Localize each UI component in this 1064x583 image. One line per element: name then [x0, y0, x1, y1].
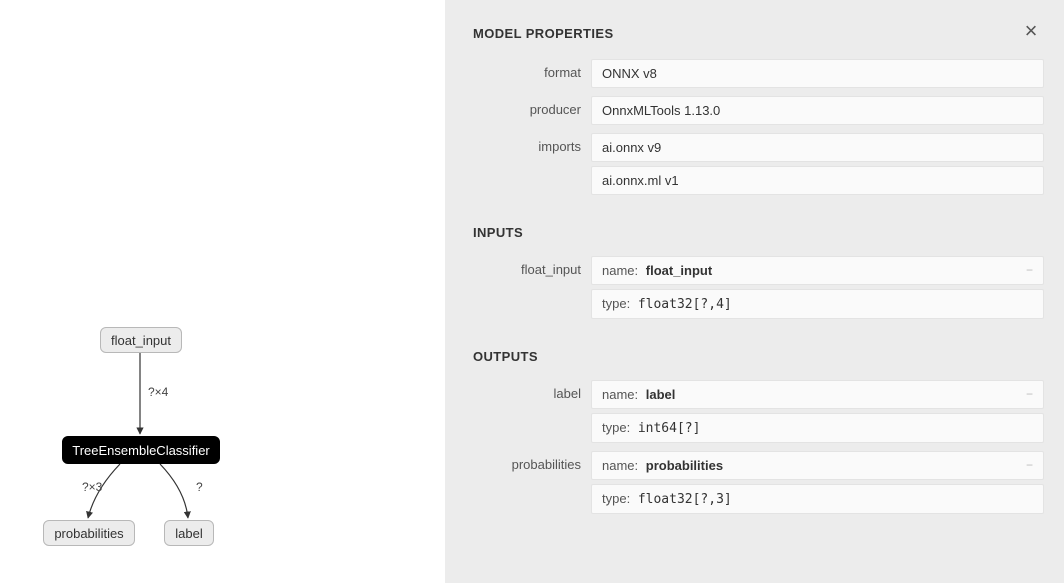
- expand-icon[interactable]: −: [1026, 387, 1033, 401]
- output-name-val-1: probabilities: [646, 458, 723, 473]
- output-name-val-0: label: [646, 387, 676, 402]
- graph-edges: [0, 0, 445, 583]
- prop-value-imports-0: ai.onnx v9: [591, 133, 1044, 162]
- output-name-key-1: name:: [602, 458, 638, 473]
- output-type-val-1: float32[?,3]: [638, 492, 732, 507]
- prop-value-imports-1: ai.onnx.ml v1: [591, 166, 1044, 195]
- output-type-0: type: int64[?]: [591, 413, 1044, 443]
- prop-value-format: ONNX v8: [591, 59, 1044, 88]
- output-label-0: label: [473, 380, 591, 401]
- graph-edge-label-label: ?: [196, 480, 203, 494]
- graph-output-label[interactable]: label: [164, 520, 214, 546]
- prop-label-format: format: [473, 59, 591, 80]
- panel-title: MODEL PROPERTIES: [473, 26, 1044, 41]
- input-label-0: float_input: [473, 256, 591, 277]
- input-name-0: name: float_input −: [591, 256, 1044, 285]
- input-type-key-0: type:: [602, 296, 630, 311]
- output-name-key-0: name:: [602, 387, 638, 402]
- output-type-1: type: float32[?,3]: [591, 484, 1044, 514]
- input-name-key-0: name:: [602, 263, 638, 278]
- properties-panel: × MODEL PROPERTIES format ONNX v8 produc…: [445, 0, 1064, 583]
- prop-value-producer: OnnxMLTools 1.13.0: [591, 96, 1044, 125]
- output-label-1: probabilities: [473, 451, 591, 472]
- output-name-1: name: probabilities −: [591, 451, 1044, 480]
- graph-canvas[interactable]: float_input ?×4 TreeEnsembleClassifier ?…: [0, 0, 445, 583]
- graph-input-node[interactable]: float_input: [100, 327, 182, 353]
- input-type-val-0: float32[?,4]: [638, 297, 732, 312]
- output-name-0: name: label −: [591, 380, 1044, 409]
- inputs-section-title: INPUTS: [473, 225, 1044, 240]
- output-type-val-0: int64[?]: [638, 421, 701, 436]
- input-name-val-0: float_input: [646, 263, 712, 278]
- graph-edge-label-input: ?×4: [148, 385, 168, 399]
- outputs-section-title: OUTPUTS: [473, 349, 1044, 364]
- output-type-key-1: type:: [602, 491, 630, 506]
- prop-label-imports: imports: [473, 133, 591, 154]
- graph-edge-label-prob: ?×3: [82, 480, 102, 494]
- input-type-0: type: float32[?,4]: [591, 289, 1044, 319]
- output-type-key-0: type:: [602, 420, 630, 435]
- expand-icon[interactable]: −: [1026, 263, 1033, 277]
- graph-op-node[interactable]: TreeEnsembleClassifier: [62, 436, 220, 464]
- expand-icon[interactable]: −: [1026, 458, 1033, 472]
- close-icon[interactable]: ×: [1020, 20, 1042, 42]
- prop-label-producer: producer: [473, 96, 591, 117]
- graph-output-probabilities[interactable]: probabilities: [43, 520, 135, 546]
